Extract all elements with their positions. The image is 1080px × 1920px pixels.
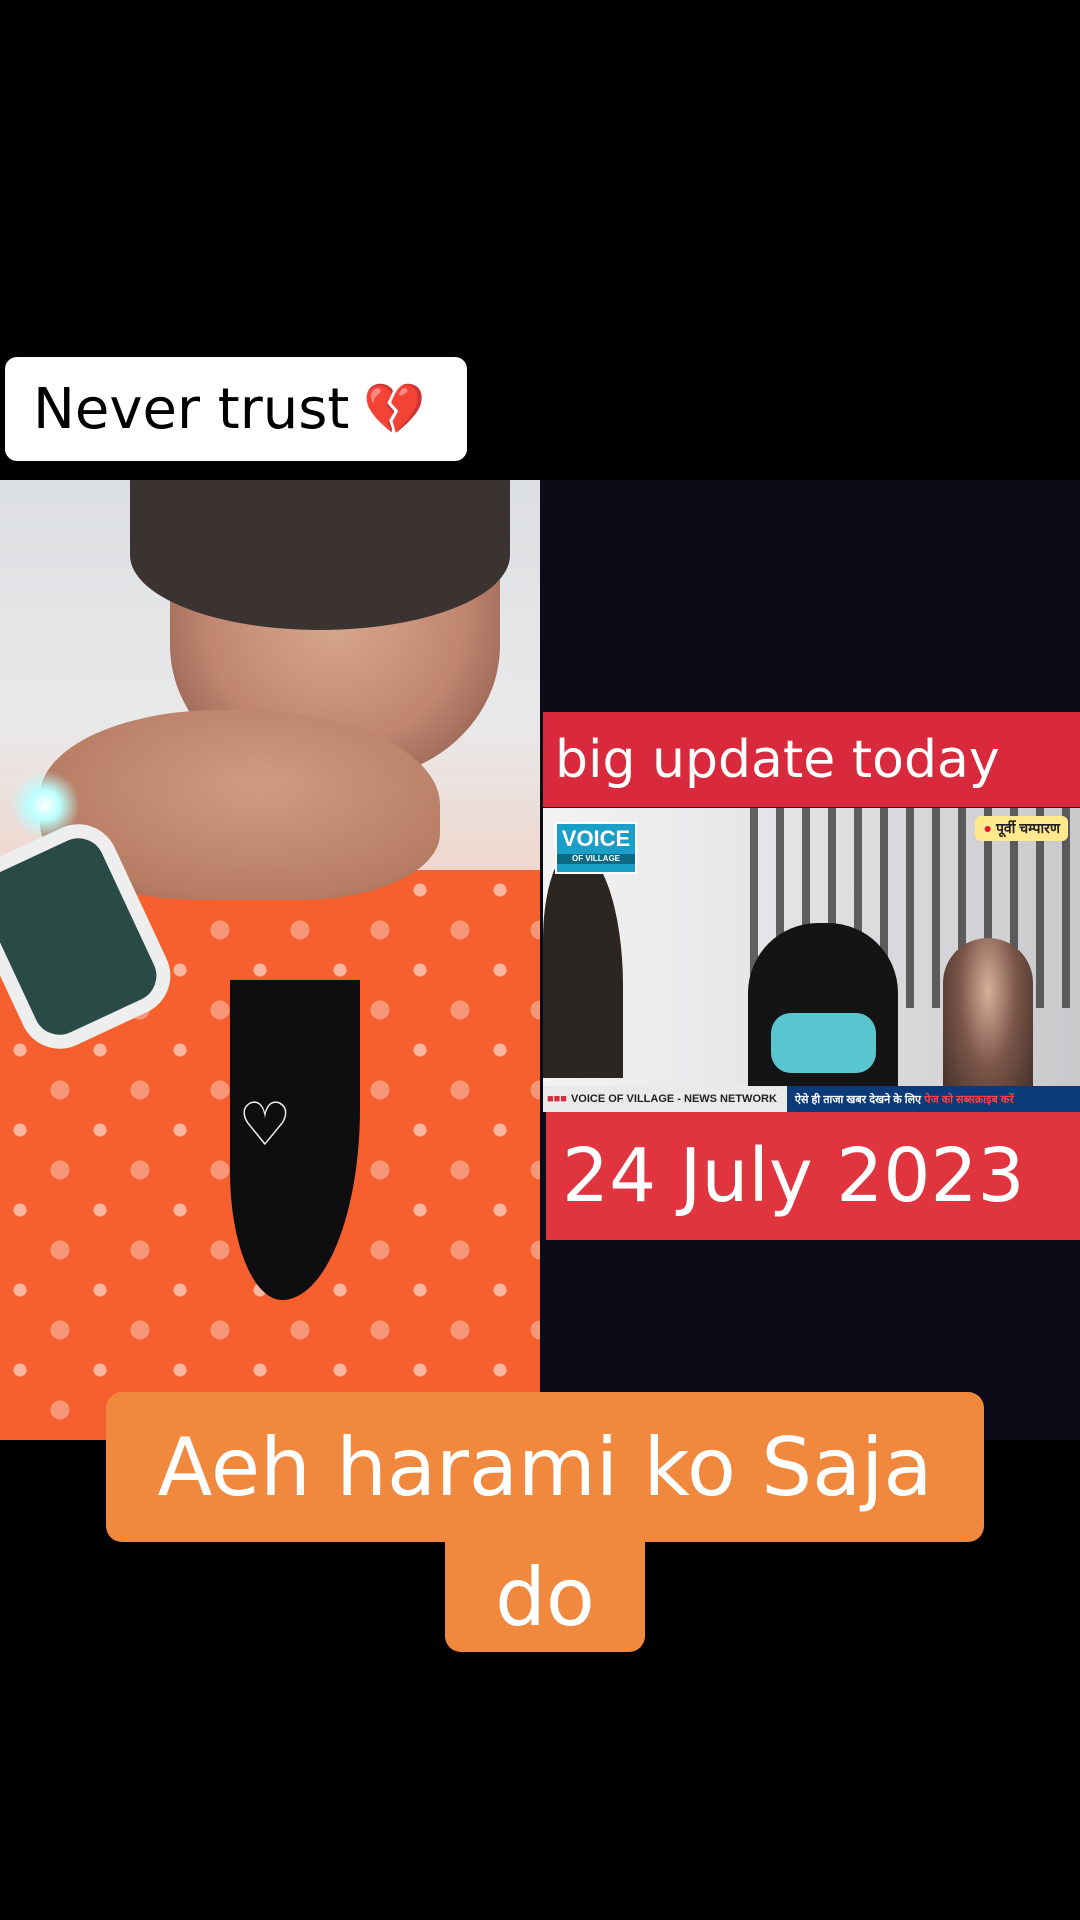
ticker-network: VOICE OF VILLAGE - NEWS NETWORK xyxy=(570,1093,777,1105)
broken-heart-icon: 💔 xyxy=(363,379,426,438)
left-video-panel: ♡ xyxy=(0,480,540,1440)
person-hair xyxy=(130,480,510,630)
social-icons: ■■■ xyxy=(547,1093,567,1105)
ticker-text: ऐसे ही ताजा खबर देखने के लिए xyxy=(794,1093,922,1106)
news-channel-logo: VOICE OF VILLAGE xyxy=(555,822,637,874)
heart-pendant-icon: ♡ xyxy=(238,1091,292,1158)
location-tag: ● पूर्वी चम्पारण xyxy=(975,816,1068,841)
date-banner: 24 July 2023 xyxy=(546,1112,1080,1240)
top-caption: Never trust 💔 xyxy=(5,357,467,461)
bottom-caption-line1: Aeh harami ko Saja xyxy=(106,1392,984,1542)
ticker-highlight: पेज को सब्सक्राइब करें xyxy=(924,1093,1014,1106)
location-text: पूर्वी चम्पारण xyxy=(995,820,1060,836)
news-screenshot: VOICE OF VILLAGE ● पूर्वी चम्पारण ■■■ VOI… xyxy=(543,808,1080,1112)
top-caption-text: Never trust xyxy=(33,376,350,442)
news-ticker: ■■■ VOICE OF VILLAGE - NEWS NETWORK ऐसे … xyxy=(543,1086,1080,1112)
logo-sub-text: OF VILLAGE xyxy=(557,854,635,864)
bottom-caption-line2: do xyxy=(445,1542,645,1652)
light-flare xyxy=(10,770,80,840)
headline-banner: big update today xyxy=(543,712,1080,807)
logo-main-text: VOICE xyxy=(561,826,631,851)
reporter-figure xyxy=(543,848,623,1078)
face-mask xyxy=(771,1013,876,1073)
location-pin-icon: ● xyxy=(983,820,992,836)
ticker-message: ऐसे ही ताजा खबर देखने के लिए पेज को सब्स… xyxy=(786,1086,1080,1112)
